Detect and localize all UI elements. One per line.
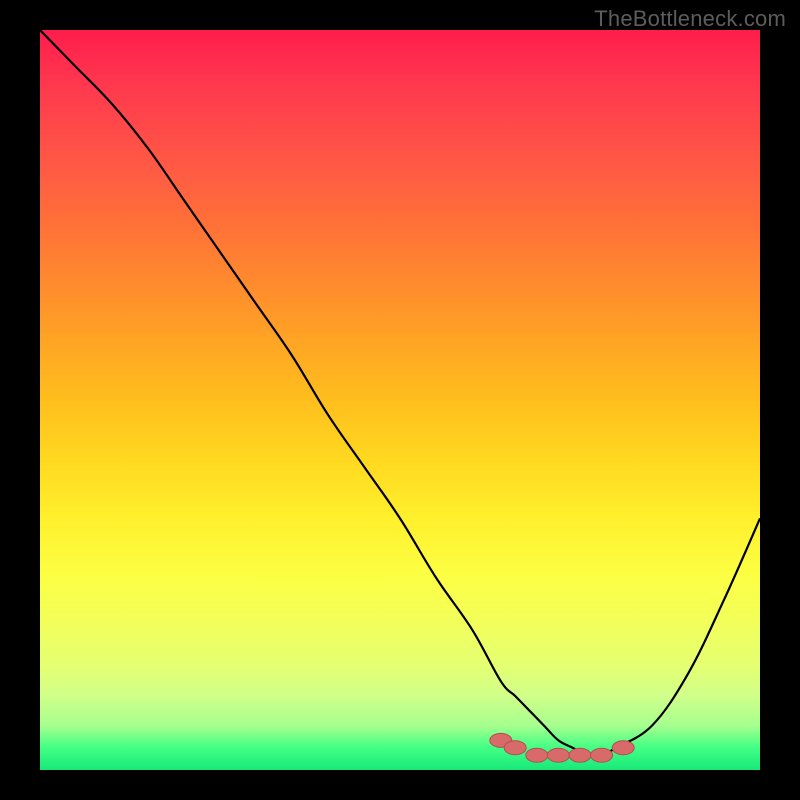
data-marker	[591, 748, 613, 762]
data-marker	[569, 748, 591, 762]
marker-layer	[40, 30, 760, 770]
data-marker	[612, 741, 634, 755]
watermark-text: TheBottleneck.com	[594, 6, 786, 32]
plot-area	[40, 30, 760, 770]
chart-stage: TheBottleneck.com	[0, 0, 800, 800]
data-marker	[547, 748, 569, 762]
data-marker	[526, 748, 548, 762]
data-marker	[504, 741, 526, 755]
